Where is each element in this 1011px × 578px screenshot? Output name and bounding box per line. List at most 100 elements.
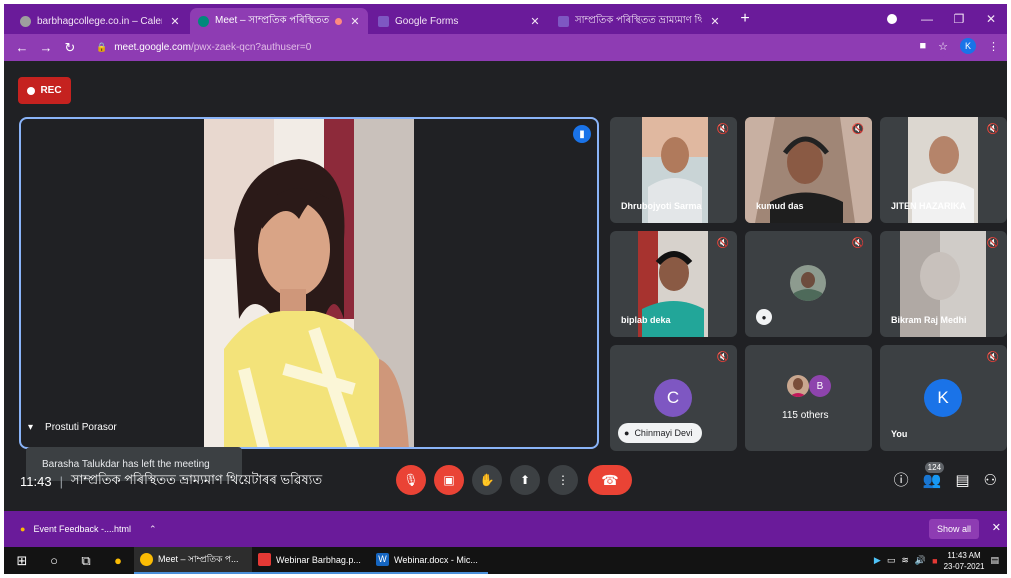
battery-icon[interactable]: ▭ xyxy=(887,555,896,566)
pin-icon[interactable]: ● xyxy=(624,428,629,438)
taskbar-app-word[interactable]: W Webinar.docx - Mic... xyxy=(370,547,488,574)
participant-name: biplab deka xyxy=(621,315,671,325)
search-icon[interactable]: ○ xyxy=(38,553,70,568)
mic-off-icon: 🔇 xyxy=(716,238,729,249)
mic-off-icon: 🔇 xyxy=(986,238,999,249)
participant-tile[interactable]: 🔇 Bikram Raj Medhi xyxy=(880,231,1007,337)
recording-dot-icon xyxy=(335,17,342,25)
antivirus-icon[interactable]: ■ xyxy=(932,556,937,566)
activities-icon[interactable]: ⚇ xyxy=(984,471,997,489)
forms-favicon-icon xyxy=(378,15,389,27)
menu-icon[interactable]: ⋮ xyxy=(988,40,999,53)
recording-badge[interactable]: REC xyxy=(18,77,71,104)
participant-tile[interactable]: 🔇 biplab deka xyxy=(610,231,737,337)
speaking-indicator-icon: ▮ xyxy=(573,125,591,143)
participant-name: Dhrubojyoti Sarma xyxy=(621,201,702,211)
taskbar-app-meet[interactable]: Meet – সাম্প্ৰতিক প... xyxy=(134,547,252,574)
close-icon[interactable]: ✕ xyxy=(528,15,542,28)
mic-toggle-button[interactable]: 🎙 xyxy=(396,465,426,495)
close-icon[interactable]: ✕ xyxy=(992,521,1001,534)
maximize-button[interactable]: ❐ xyxy=(943,12,975,26)
participant-avatar xyxy=(787,375,809,397)
close-icon[interactable]: ✕ xyxy=(348,15,362,28)
camera-indicator-icon[interactable]: ■ xyxy=(919,40,926,52)
tab-calendar[interactable]: barbhagcollege.co.in – Calendar ✕ xyxy=(12,8,188,34)
windows-taskbar: ⊞ ○ ⧉ ● Meet – সাম্প্ৰতিক প... Webinar B… xyxy=(4,547,1007,574)
new-tab-button[interactable]: + xyxy=(735,10,755,28)
present-button[interactable]: ⬆ xyxy=(510,465,540,495)
mic-off-icon: 🔇 xyxy=(986,124,999,135)
tray-clock[interactable]: 11:43 AM 23-07-2021 xyxy=(944,550,985,572)
more-options-button[interactable]: ⋮ xyxy=(548,465,578,495)
tab-title: Meet – সাম্প্ৰতিক পৰিস্থিতত xyxy=(215,14,330,26)
participant-tile[interactable]: 🔇 JITEN HAZARIKA xyxy=(880,117,1007,223)
download-item[interactable]: ● Event Feedback -....html ⌃ xyxy=(20,524,157,535)
pin-icon[interactable]: ● xyxy=(756,309,772,325)
main-speaker-video xyxy=(204,119,414,447)
meeting-info: 11:43 | সাম্প্ৰতিক পৰিস্থিতত ভ্ৰাম্যমাণ … xyxy=(20,471,322,492)
download-shelf: ● Event Feedback -....html ⌃ Show all ✕ xyxy=(4,511,1007,547)
mic-off-icon: 🔇 xyxy=(851,238,864,249)
back-button[interactable]: ← xyxy=(10,40,34,55)
main-speaker-label: Prostuti Porasor xyxy=(45,422,117,433)
toolbar-actions: ■ ☆ K ⋮ xyxy=(919,38,999,54)
network-icon[interactable]: ≋ xyxy=(901,555,909,566)
meet-favicon-icon xyxy=(198,15,209,27)
chrome-icon[interactable]: ● xyxy=(102,553,134,568)
tab-meet[interactable]: Meet – সাম্প্ৰতিক পৰিস্থিতত ✕ xyxy=(190,8,368,34)
tab-title: barbhagcollege.co.in – Calendar xyxy=(37,15,162,27)
profile-avatar[interactable]: K xyxy=(960,38,976,54)
taskbar-app-label: Meet – সাম্প্ৰতিক প... xyxy=(158,554,239,564)
end-call-button[interactable]: ☎ xyxy=(588,465,632,495)
participant-tile[interactable]: 🔇 kumud das xyxy=(745,117,872,223)
close-icon[interactable]: ✕ xyxy=(168,15,182,28)
rec-label: REC xyxy=(40,85,62,96)
tab-google-forms[interactable]: Google Forms ✕ xyxy=(370,8,548,34)
windows-start-icon[interactable]: ⊞ xyxy=(6,553,38,569)
forward-button[interactable]: → xyxy=(34,40,58,55)
volume-icon[interactable]: 🔊 xyxy=(915,555,926,566)
participant-tile[interactable]: 🔇 ● xyxy=(745,231,872,337)
meeting-controls-bar: 11:43 | সাম্প্ৰতিক পৰিস্থিতত ভ্ৰাম্যমাণ … xyxy=(4,461,1007,511)
bookmark-star-icon[interactable]: ☆ xyxy=(938,40,948,53)
call-controls: 🎙 ▣ ✋ ⬆ ⋮ ☎ xyxy=(396,465,632,495)
people-button[interactable]: 👥 124 xyxy=(923,461,945,489)
meet-tray-icon[interactable]: ▶ xyxy=(874,555,881,566)
tab-strip: barbhagcollege.co.in – Calendar ✕ Meet –… xyxy=(4,4,1007,34)
close-window-button[interactable]: ✕ xyxy=(975,12,1007,26)
camera-toggle-button[interactable]: ▣ xyxy=(434,465,464,495)
others-count: 115 others xyxy=(782,410,829,421)
participant-tile[interactable]: 🔇 Dhrubojyoti Sarma xyxy=(610,117,737,223)
minimize-button[interactable]: — xyxy=(911,12,943,26)
show-all-button[interactable]: Show all xyxy=(928,519,979,539)
people-count-badge: 124 xyxy=(924,461,945,473)
chevron-up-icon[interactable]: ⌃ xyxy=(149,524,157,535)
main-speaker-tile[interactable]: ▮ xyxy=(19,117,599,449)
mic-off-icon: 🔇 xyxy=(986,352,999,363)
address-bar[interactable]: 🔒 meet.google.com /pwx-zaek-qcn?authuser… xyxy=(88,37,948,58)
close-icon[interactable]: ✕ xyxy=(708,15,722,28)
tab-form-title[interactable]: সাম্প্ৰতিক পৰিস্থিতত ভ্ৰাম্যমাণ থিয়ে ✕ xyxy=(550,8,728,34)
tray-date: 23-07-2021 xyxy=(943,561,985,571)
participant-name-chip: ● Chinmayi Devi xyxy=(618,423,703,443)
main-speaker-name: ▾ Prostuti Porasor xyxy=(28,422,117,433)
forms-favicon-icon xyxy=(558,15,569,27)
taskbar-app-pdf[interactable]: Webinar Barbhag.p... xyxy=(252,547,370,574)
lock-icon[interactable]: 🔒 xyxy=(96,42,107,53)
profile-status-icon[interactable] xyxy=(887,14,897,24)
chat-icon[interactable]: ▤ xyxy=(955,471,969,489)
browser-toolbar: ← → ↻ 🔒 meet.google.com /pwx-zaek-qcn?au… xyxy=(4,34,1007,61)
info-icon[interactable]: ⓘ xyxy=(894,469,909,490)
participant-avatar xyxy=(790,265,826,301)
self-tile[interactable]: K 🔇 You xyxy=(880,345,1007,451)
reload-button[interactable]: ↻ xyxy=(58,40,82,56)
notification-icon[interactable]: ▤ xyxy=(990,555,999,566)
task-view-icon[interactable]: ⧉ xyxy=(70,553,102,569)
others-tile[interactable]: B 115 others xyxy=(745,345,872,451)
participant-tile[interactable]: C 🔇 ● Chinmayi Devi xyxy=(610,345,737,451)
raise-hand-button[interactable]: ✋ xyxy=(472,465,502,495)
word-icon: W xyxy=(376,553,389,566)
mic-off-icon: 🔇 xyxy=(716,124,729,135)
pin-icon[interactable]: ▾ xyxy=(28,422,33,433)
meeting-side-controls: ⓘ 👥 124 ▤ ⚇ xyxy=(894,461,997,490)
